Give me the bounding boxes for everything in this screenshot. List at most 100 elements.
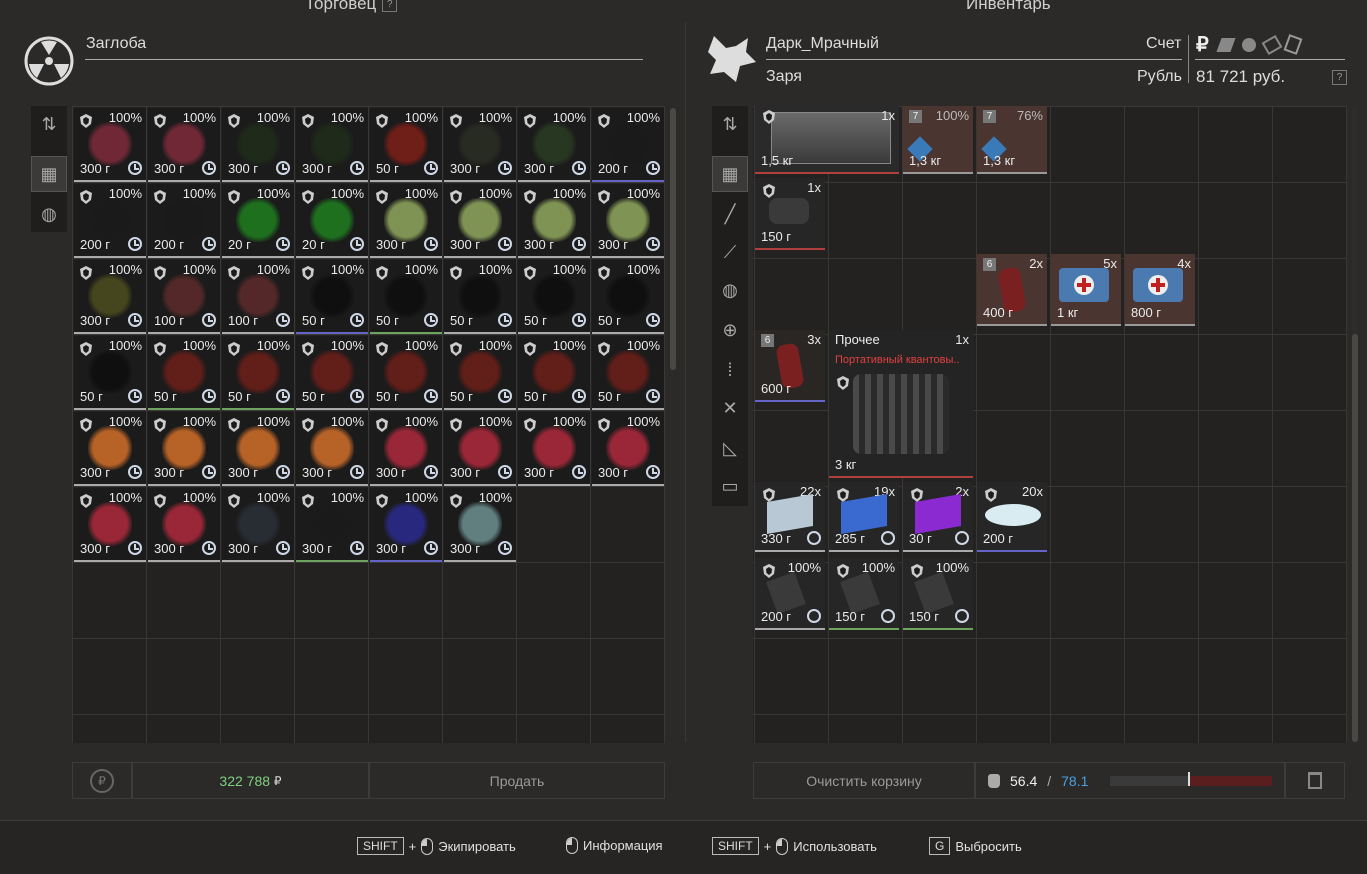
trader-item[interactable]: 100% 300 г bbox=[74, 260, 146, 334]
box-icon[interactable]: ▭ bbox=[712, 468, 748, 504]
inventory-item-shard[interactable]: 100% 200 г bbox=[755, 558, 825, 630]
tools-icon[interactable]: ✕ bbox=[712, 390, 748, 426]
sort-icon[interactable]: ⇅ bbox=[31, 106, 67, 142]
trader-item[interactable]: 100% 50 г bbox=[148, 336, 220, 410]
clock-icon bbox=[646, 389, 660, 403]
trader-scrollbar[interactable] bbox=[670, 108, 676, 370]
trader-item[interactable]: 100% 50 г bbox=[222, 336, 294, 410]
inventory-item-device[interactable]: 1x 150 г bbox=[755, 178, 825, 250]
artifact-filter-icon[interactable]: ◍ bbox=[31, 196, 67, 232]
item-condition: 100% bbox=[478, 262, 512, 277]
inventory-item-medkit[interactable]: 5x 1 кг bbox=[1051, 254, 1121, 326]
trader-filter-sidebar: ⇅ ▦ ◍ bbox=[31, 106, 67, 232]
trader-item[interactable]: 100% 200 г bbox=[148, 184, 220, 258]
inventory-scrollbar[interactable] bbox=[1352, 334, 1358, 742]
trash-button[interactable] bbox=[1285, 762, 1345, 799]
item-condition: 100% bbox=[108, 186, 142, 201]
trader-item[interactable]: 100% 300 г bbox=[518, 184, 590, 258]
trader-item[interactable]: 100% 50 г bbox=[444, 260, 516, 334]
help-icon[interactable]: ? bbox=[1332, 70, 1347, 86]
ruble-currency-icon[interactable]: ₽ bbox=[1196, 32, 1209, 57]
trader-item[interactable]: 100% 300 г bbox=[518, 412, 590, 486]
currency-icon-3[interactable] bbox=[1242, 38, 1256, 52]
trader-item[interactable]: 100% 300 г bbox=[148, 108, 220, 182]
shield-icon bbox=[837, 376, 849, 390]
grid-all-icon[interactable]: ▦ bbox=[31, 156, 67, 192]
currency-icon-4[interactable] bbox=[1261, 34, 1283, 56]
trader-item[interactable]: 100% 50 г bbox=[444, 336, 516, 410]
trader-item[interactable]: 100% 200 г bbox=[74, 184, 146, 258]
inventory-item-cube[interactable]: 22x 330 г bbox=[755, 482, 825, 552]
inventory-item-crystal[interactable]: 7 76% 1,3 кг bbox=[977, 106, 1047, 174]
artifact-filter-icon[interactable]: ◍ bbox=[712, 272, 748, 308]
artifact-image bbox=[162, 274, 206, 318]
trader-item[interactable]: 100% 200 г bbox=[592, 108, 664, 182]
inventory-item-bottle[interactable]: 6 3x 600 г bbox=[755, 330, 825, 402]
currency-icon-2[interactable] bbox=[1216, 38, 1236, 52]
trader-item[interactable]: 100% 300 г bbox=[296, 412, 368, 486]
clock-icon bbox=[498, 161, 512, 175]
trader-item[interactable]: 100% 300 г bbox=[296, 108, 368, 182]
inventory-item-shard[interactable]: 100% 150 г bbox=[829, 558, 899, 630]
trader-item[interactable]: 100% 100 г bbox=[148, 260, 220, 334]
trader-item[interactable]: 100% 50 г bbox=[370, 260, 442, 334]
help-icon[interactable]: ? bbox=[382, 0, 398, 13]
knife-icon[interactable]: ⟋ bbox=[712, 234, 748, 270]
medkit-icon[interactable]: ⊕ bbox=[712, 312, 748, 348]
inventory-item-shard[interactable]: 100% 150 г bbox=[903, 558, 973, 630]
inventory-item-medkit[interactable]: 4x 800 г bbox=[1125, 254, 1195, 326]
trader-item[interactable]: 100% 50 г bbox=[518, 260, 590, 334]
trader-item[interactable]: 100% 50 г bbox=[296, 260, 368, 334]
trader-item[interactable]: 100% 300 г bbox=[222, 108, 294, 182]
currency-icon-5[interactable] bbox=[1283, 34, 1303, 55]
shield-icon bbox=[154, 342, 166, 356]
trader-item[interactable]: 100% 300 г bbox=[444, 412, 516, 486]
trader-item[interactable]: 100% 300 г bbox=[592, 184, 664, 258]
trader-item[interactable]: 100% 300 г bbox=[148, 488, 220, 562]
trader-item[interactable]: 100% 300 г bbox=[592, 412, 664, 486]
trader-item[interactable]: 100% 50 г bbox=[592, 260, 664, 334]
clock-icon bbox=[276, 465, 290, 479]
clear-cart-button[interactable]: Очистить корзину bbox=[753, 762, 975, 799]
trader-item[interactable]: 100% 20 г bbox=[222, 184, 294, 258]
blueprint-icon[interactable]: ◺ bbox=[712, 430, 748, 466]
rifle-icon[interactable]: ╱ bbox=[712, 196, 748, 232]
item-condition: 100% bbox=[108, 338, 142, 353]
trader-item[interactable]: 100% 300 г bbox=[444, 108, 516, 182]
trader-item[interactable]: 100% 300 г bbox=[148, 412, 220, 486]
trader-item[interactable]: 100% 50 г bbox=[370, 336, 442, 410]
inventory-item-cube[interactable]: 2x 30 г bbox=[903, 482, 973, 552]
trader-item[interactable]: 100% 50 г bbox=[592, 336, 664, 410]
sell-button[interactable]: Продать bbox=[369, 762, 665, 799]
inventory-item-powder[interactable]: 20x 200 г bbox=[977, 482, 1047, 552]
trader-item[interactable]: 100% 300 г bbox=[222, 488, 294, 562]
artifact-image bbox=[458, 122, 502, 166]
sort-icon[interactable]: ⇅ bbox=[712, 106, 748, 142]
refresh-button[interactable]: ₽ bbox=[72, 762, 132, 799]
trader-item[interactable]: 100% 50 г bbox=[370, 108, 442, 182]
trader-item[interactable]: 100% 300 г bbox=[444, 184, 516, 258]
trader-item[interactable]: 100% 50 г bbox=[296, 336, 368, 410]
trader-item[interactable]: 100% 300 г bbox=[74, 488, 146, 562]
trader-item[interactable]: 100% 300 г bbox=[370, 488, 442, 562]
inventory-item-misc[interactable]: Прочее 1x Портативный квантовы.. 3 кг bbox=[829, 330, 973, 478]
inventory-item-crystal[interactable]: 7 100% 1,3 кг bbox=[903, 106, 973, 174]
inventory-item-cube[interactable]: 19x 285 г bbox=[829, 482, 899, 552]
trader-item[interactable]: 100% 100 г bbox=[222, 260, 294, 334]
trader-item[interactable]: 100% 50 г bbox=[74, 336, 146, 410]
ammo-icon[interactable]: ⁞ bbox=[712, 352, 748, 388]
inventory-item-bottle[interactable]: 6 2x 400 г bbox=[977, 254, 1047, 326]
trader-item[interactable]: 100% 20 г bbox=[296, 184, 368, 258]
trader-item[interactable]: 100% 300 г bbox=[370, 184, 442, 258]
trader-item[interactable]: 100% 300 г bbox=[222, 412, 294, 486]
grid-all-icon[interactable]: ▦ bbox=[712, 156, 748, 192]
trader-item[interactable]: 100% 50 г bbox=[518, 336, 590, 410]
trader-item[interactable]: 100% 300 г bbox=[370, 412, 442, 486]
trader-item[interactable]: 100% 300 г bbox=[74, 412, 146, 486]
inventory-item-case[interactable]: 1x 1,5 кг bbox=[755, 106, 899, 174]
trader-item[interactable]: 100% 300 г bbox=[518, 108, 590, 182]
trader-item[interactable]: 100% 300 г bbox=[444, 488, 516, 562]
trader-item[interactable]: 100% 300 г bbox=[74, 108, 146, 182]
trader-item[interactable]: 100% 300 г bbox=[296, 488, 368, 562]
shield-icon bbox=[524, 418, 536, 432]
